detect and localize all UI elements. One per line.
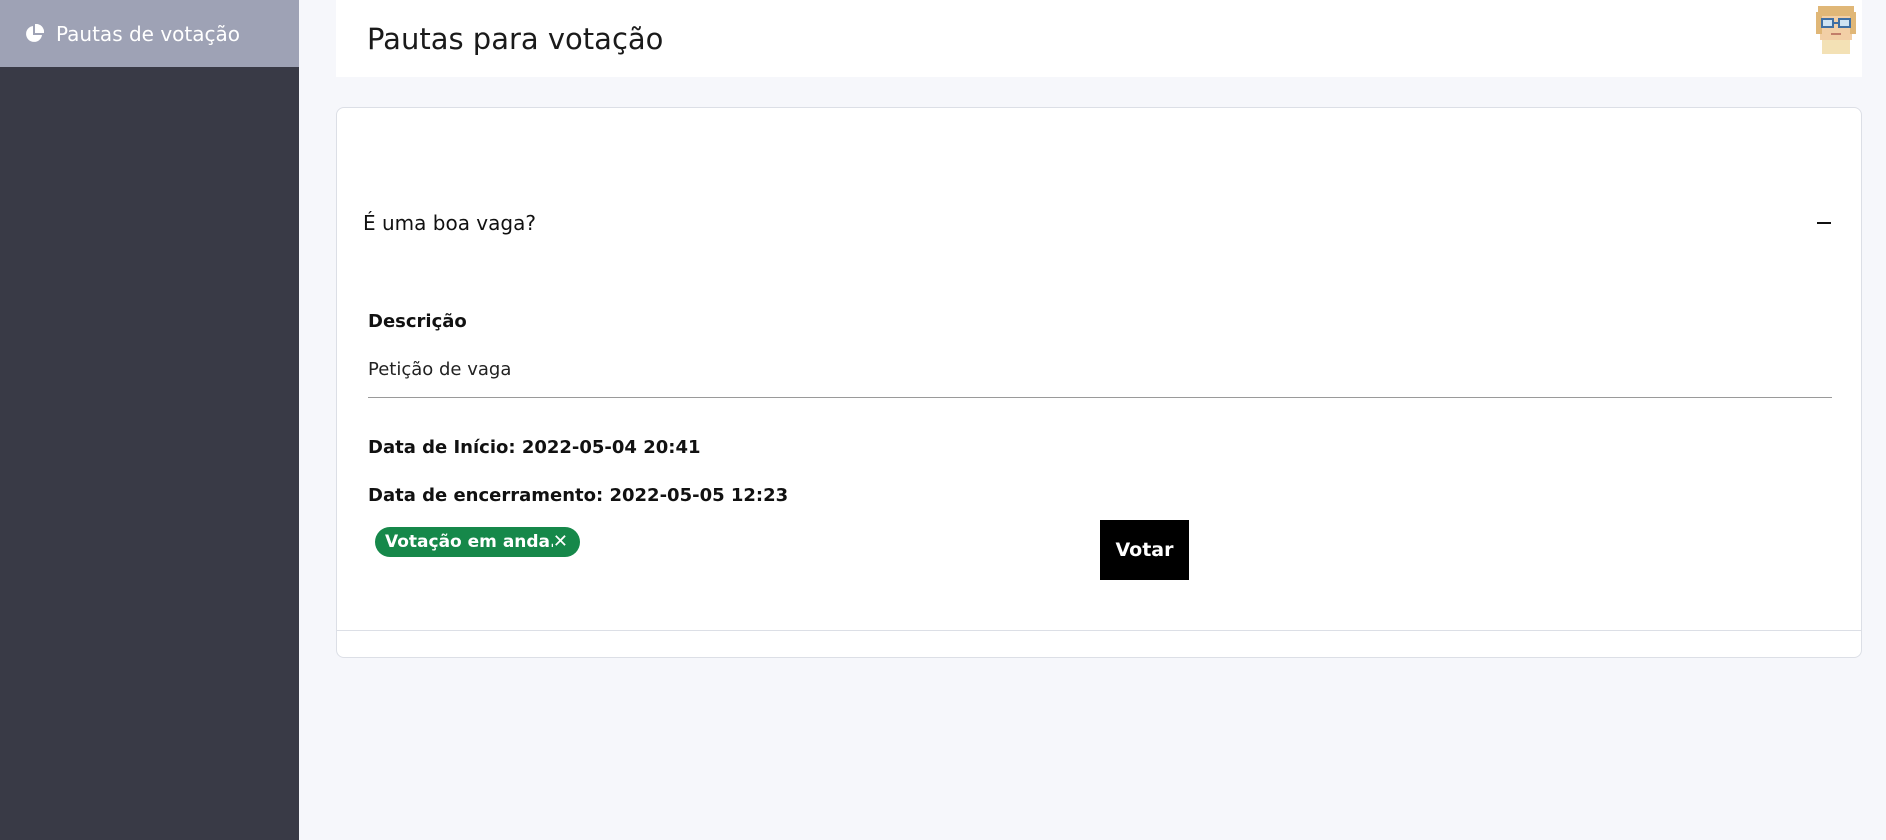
vote-button[interactable]: Votar xyxy=(1100,520,1189,580)
agenda-card: É uma boa vaga? Descrição Petição de vag… xyxy=(336,107,1862,658)
card-footer-divider xyxy=(337,630,1861,631)
page-header: Pautas para votação xyxy=(336,0,1862,77)
status-text: Votação em anda... xyxy=(385,532,553,552)
divider xyxy=(368,397,1832,398)
page-title: Pautas para votação xyxy=(367,21,664,56)
start-date: Data de Início: 2022-05-04 20:41 xyxy=(368,437,701,458)
sidebar: Pautas de votação xyxy=(0,0,299,840)
agenda-question: É uma boa vaga? xyxy=(363,211,536,235)
sidebar-item-pautas[interactable]: Pautas de votação xyxy=(0,0,299,67)
end-date: Data de encerramento: 2022-05-05 12:23 xyxy=(368,485,789,506)
pie-chart-icon xyxy=(24,23,44,44)
agenda-accordion-header[interactable]: É uma boa vaga? xyxy=(337,108,1861,338)
description-value: Petição de vaga xyxy=(368,359,512,380)
sidebar-item-label: Pautas de votação xyxy=(56,21,240,46)
status-badge: Votação em anda... ✕ xyxy=(375,527,580,557)
close-icon[interactable]: ✕ xyxy=(553,533,568,551)
avatar[interactable] xyxy=(1813,4,1859,54)
minus-icon[interactable] xyxy=(1817,222,1831,224)
description-label: Descrição xyxy=(368,311,467,332)
